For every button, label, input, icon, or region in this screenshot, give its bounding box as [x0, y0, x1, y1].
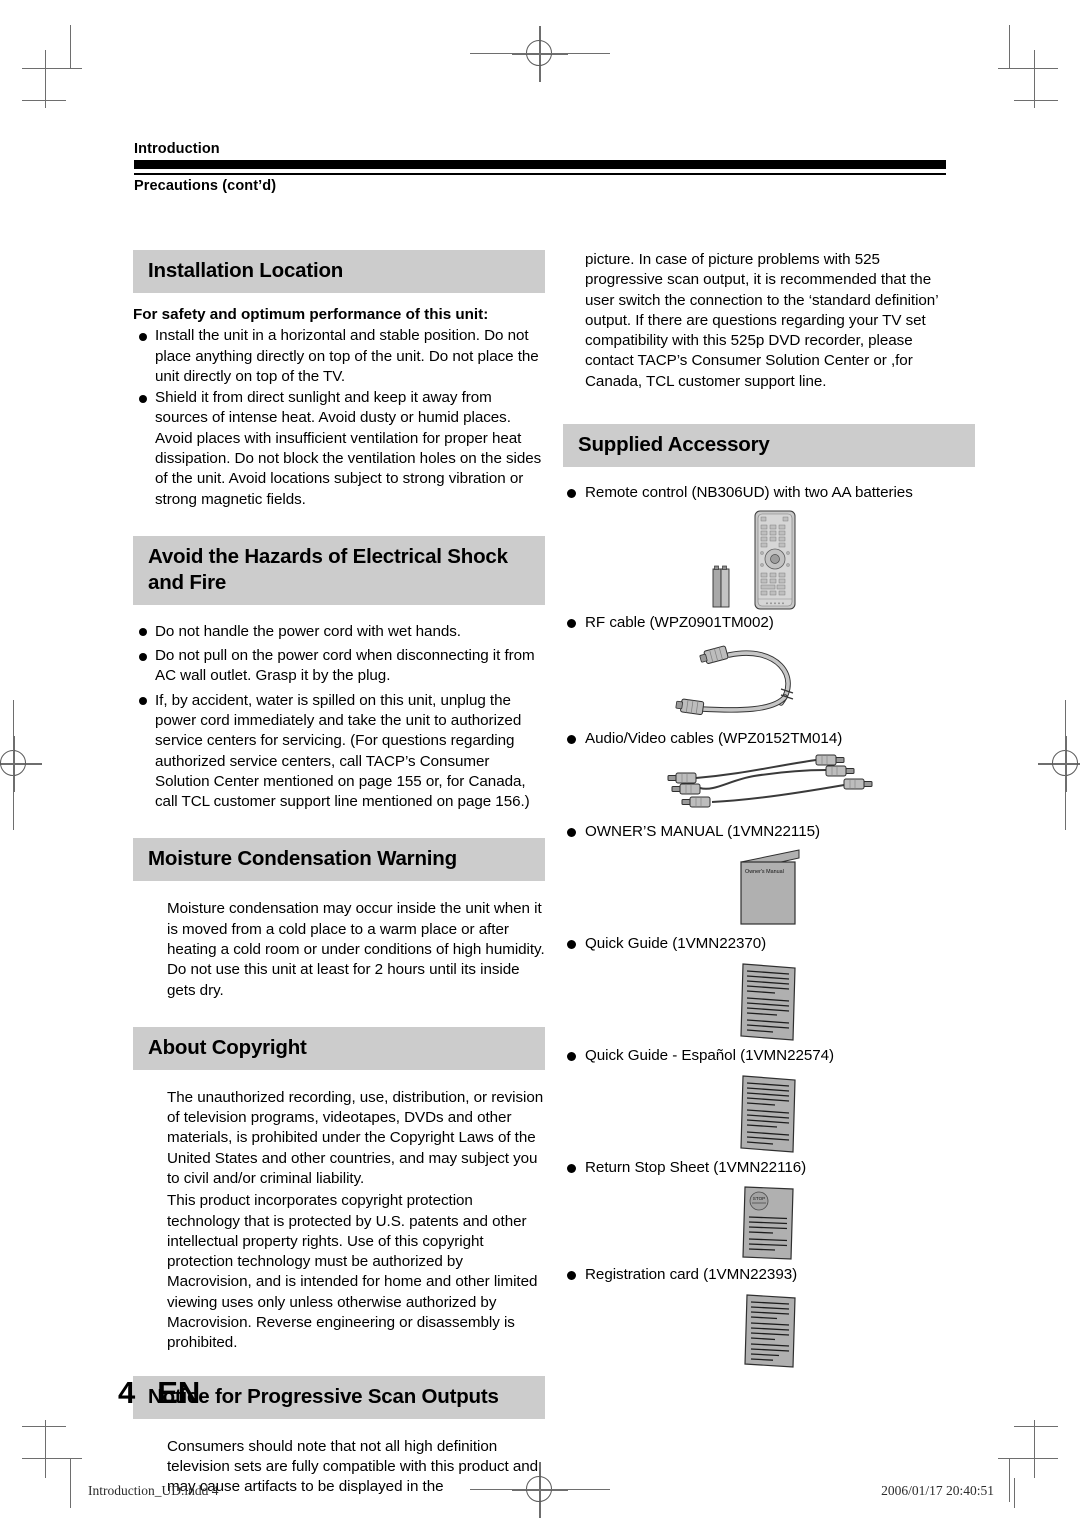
bullet-dot-icon	[567, 828, 576, 838]
accessory-item-av-cables: Audio/Video cables (WPZ0152TM014)	[563, 729, 975, 749]
accessory-label: OWNER’S MANUAL (1VMN22115)	[585, 823, 821, 841]
document-page: Introduction Precautions (cont’d) Instal…	[0, 0, 1080, 1528]
progressive-scan-continuation: picture. In case of picture problems wit…	[585, 251, 938, 390]
accessory-label: RF cable (WPZ0901TM002)	[585, 613, 774, 631]
bullet-dot-icon	[567, 489, 576, 498]
bullet-dot-icon	[139, 394, 147, 403]
moisture-paragraph: Moisture condensation may occur inside t…	[167, 900, 545, 999]
return-stop-sheet-icon: STOP	[742, 1186, 794, 1260]
owners-manual-cover-text: Owner's Manual	[745, 869, 784, 875]
figure-quick-guide-sheet	[563, 958, 975, 1046]
av-cables-icon	[667, 754, 873, 808]
section-heading-supplied-accessory: Supplied Accessory	[563, 423, 975, 467]
figure-remote-control-and-batteries	[563, 507, 975, 613]
list-item-text: Do not pull on the power cord when disco…	[155, 647, 535, 685]
figure-owners-manual-booklet: Owner's Manual	[563, 846, 975, 934]
accessory-item-quick-guide-espanol: Quick Guide - Español (1VMN22574)	[563, 1046, 975, 1066]
folio-language-code: EN	[157, 1375, 201, 1410]
bullet-dot-icon	[139, 697, 147, 706]
section-heading-moisture-condensation: Moisture Condensation Warning	[133, 838, 545, 882]
registration-card-icon	[744, 1294, 796, 1368]
list-item: Install the unit in a horizontal and sta…	[133, 326, 545, 387]
list-item: If, by accident, water is spilled on thi…	[133, 691, 545, 813]
bullet-dot-icon	[567, 618, 576, 628]
figure-rf-cable	[563, 637, 975, 729]
registration-rule-right	[1065, 700, 1067, 830]
bullet-dot-icon	[567, 1051, 576, 1061]
list-item-text: If, by accident, water is spilled on thi…	[155, 691, 530, 811]
bullet-dot-icon	[567, 940, 576, 949]
bullet-dot-icon	[139, 628, 147, 637]
accessory-label: Audio/Video cables (WPZ0152TM014)	[585, 729, 843, 747]
page-title: Precautions (cont’d)	[134, 178, 277, 194]
list-item: Shield it from direct sunlight and keep …	[133, 388, 545, 510]
hazards-bullet-list: Do not handle the power cord with wet ha…	[133, 622, 545, 813]
rf-cable-icon	[675, 645, 794, 715]
header-rule-thin	[134, 173, 946, 175]
right-column: picture. In case of picture problems wit…	[563, 250, 975, 1373]
installation-lead-text: For safety and optimum performance of th…	[133, 306, 489, 324]
list-item: Do not handle the power cord with wet ha…	[133, 622, 545, 642]
list-item-text: Do not handle the power cord with wet ha…	[155, 622, 461, 640]
quick-guide-sheet-icon	[740, 963, 796, 1041]
list-item-text: Install the unit in a horizontal and sta…	[155, 327, 539, 385]
copyright-paragraph-1: The unauthorized recording, use, distrib…	[167, 1088, 544, 1188]
left-column: Installation Location For safety and opt…	[133, 250, 545, 1497]
accessory-item-rf-cable: RF cable (WPZ0901TM002)	[563, 613, 975, 633]
installation-bullet-list: Install the unit in a horizontal and sta…	[133, 326, 545, 510]
list-item: Do not pull on the power cord when disco…	[133, 646, 545, 687]
quick-guide-spanish-sheet-icon	[740, 1074, 796, 1153]
section-heading-about-copyright: About Copyright	[133, 1026, 545, 1070]
accessory-item-remote-control: Remote control (NB306UD) with two AA bat…	[563, 483, 975, 503]
section-heading-avoid-hazards: Avoid the Hazards of Electrical Shock an…	[133, 535, 545, 605]
registration-rule-left	[13, 700, 15, 830]
footer-timestamp: 2006/01/17 20:40:51	[881, 1483, 994, 1498]
footer-tick-right	[1014, 1478, 1016, 1508]
bullet-dot-icon	[139, 652, 147, 661]
bullet-dot-icon	[567, 1271, 576, 1281]
owners-manual-icon: Owner's Manual	[740, 849, 800, 925]
folio-page-number: 4	[118, 1375, 136, 1410]
figure-return-stop-sheet: STOP	[563, 1181, 975, 1265]
accessory-item-owners-manual: OWNER’S MANUAL (1VMN22115)	[563, 822, 975, 842]
registration-mark-left-center	[0, 736, 42, 792]
copyright-paragraph-2: This product incorporates copyright prot…	[167, 1192, 538, 1352]
accessory-label: Quick Guide - Español (1VMN22574)	[585, 1046, 835, 1064]
stop-badge-text: STOP	[753, 1196, 765, 1201]
running-head-section: Introduction	[134, 141, 220, 157]
registration-mark-right-center	[1038, 736, 1080, 792]
accessory-label: Return Stop Sheet (1VMN22116)	[585, 1158, 807, 1176]
accessory-label: Remote control (NB306UD) with two AA bat…	[585, 484, 913, 501]
aa-batteries-icon	[712, 565, 730, 608]
footer-tick-left	[70, 1478, 72, 1508]
list-item-text: Shield it from direct sunlight and keep …	[155, 389, 542, 508]
progressive-scan-paragraph: Consumers should note that not all high …	[167, 1437, 539, 1496]
figure-av-cables	[563, 750, 975, 822]
figure-registration-card-sheet	[563, 1289, 975, 1373]
accessory-item-quick-guide: Quick Guide (1VMN22370)	[563, 934, 975, 954]
accessory-label: Quick Guide (1VMN22370)	[585, 935, 767, 952]
remote-control-icon	[754, 510, 796, 610]
accessory-label: Registration card (1VMN22393)	[585, 1266, 798, 1284]
bullet-dot-icon	[567, 734, 576, 744]
accessory-item-return-stop-sheet: Return Stop Sheet (1VMN22116)	[563, 1158, 975, 1178]
registration-rule-top	[470, 53, 610, 55]
bullet-dot-icon	[139, 332, 147, 341]
header-rule-thick	[134, 160, 946, 169]
bullet-dot-icon	[567, 1163, 576, 1173]
section-heading-installation-location: Installation Location	[133, 250, 545, 294]
page-folio: 4 EN	[118, 1375, 200, 1411]
accessory-item-registration-card: Registration card (1VMN22393)	[563, 1265, 975, 1285]
footer-filename: Introduction_UD.indd 4	[88, 1483, 219, 1498]
figure-quick-guide-spanish-sheet	[563, 1070, 975, 1158]
